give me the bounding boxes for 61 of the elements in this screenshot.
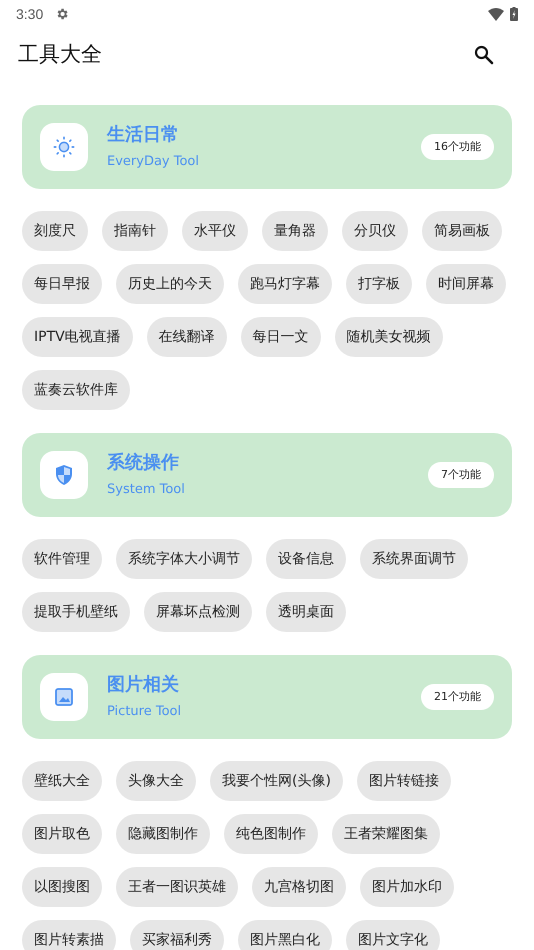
gear-icon (55, 7, 70, 21)
category-title: 图片相关 (107, 673, 180, 697)
tool-chip[interactable]: 纯色图制作 (224, 814, 318, 854)
category-card[interactable]: 生活日常 EveryDay Tool 16个功能 (22, 105, 512, 189)
shield-icon (54, 464, 74, 486)
tool-chip[interactable]: 刻度尺 (22, 211, 88, 251)
tool-chip[interactable]: 九宫格切图 (252, 867, 346, 907)
tool-chip[interactable]: 屏幕坏点检测 (144, 592, 252, 632)
tool-chip[interactable]: 打字板 (346, 264, 412, 304)
page-title: 工具大全 (18, 41, 103, 68)
tool-chip[interactable]: 王者荣耀图集 (332, 814, 440, 854)
category-title: 生活日常 (107, 123, 180, 147)
tool-chip[interactable]: IPTV电视直播 (22, 317, 133, 357)
tool-chip[interactable]: 软件管理 (22, 539, 102, 579)
image-icon (55, 688, 73, 706)
status-time: 3:30 (16, 4, 44, 24)
tool-chip[interactable]: 图片黑白化 (238, 920, 332, 950)
category-subtitle: Picture Tool (107, 703, 182, 721)
tool-chip[interactable]: 隐藏图制作 (116, 814, 210, 854)
tool-chip[interactable]: 系统界面调节 (360, 539, 468, 579)
tool-chip[interactable]: 以图搜图 (22, 867, 102, 907)
tool-chip[interactable]: 提取手机壁纸 (22, 592, 130, 632)
tool-chip[interactable]: 指南针 (102, 211, 168, 251)
tool-chip[interactable]: 透明桌面 (266, 592, 346, 632)
tool-chip[interactable]: 在线翻译 (146, 317, 227, 357)
sun-icon (53, 136, 75, 158)
wifi-icon (488, 8, 504, 20)
tool-chip[interactable]: 头像大全 (116, 761, 196, 801)
tool-chip[interactable]: 我要个性网(头像) (210, 761, 343, 801)
tool-chip[interactable]: 水平仪 (182, 211, 248, 251)
tool-chip[interactable]: 简易画板 (422, 211, 502, 251)
tool-chip[interactable]: 历史上的今天 (116, 264, 224, 304)
tool-chip[interactable]: 蓝奏云软件库 (22, 370, 130, 410)
tool-chip[interactable]: 图片文字化 (346, 920, 440, 950)
tool-chip[interactable]: 图片转素描 (22, 920, 116, 950)
tool-chip[interactable]: 每日早报 (22, 264, 102, 304)
category-title: 系统操作 (107, 451, 180, 475)
count-badge: 7个功能 (428, 462, 494, 488)
tool-chip[interactable]: 壁纸大全 (22, 761, 102, 801)
search-button[interactable] (472, 43, 496, 67)
tool-chip[interactable]: 设备信息 (266, 539, 346, 579)
category-card[interactable]: 系统操作 System Tool 7个功能 (22, 433, 512, 517)
tool-chip[interactable]: 图片取色 (22, 814, 102, 854)
tool-chip[interactable]: 图片转链接 (356, 761, 451, 801)
tool-chip[interactable]: 图片加水印 (360, 867, 454, 907)
tool-chip[interactable]: 时间屏幕 (426, 264, 506, 304)
battery-icon (510, 7, 518, 21)
tool-chip[interactable]: 王者一图识英雄 (116, 867, 238, 907)
category-subtitle: System Tool (107, 481, 186, 499)
category-card[interactable]: 图片相关 Picture Tool 21个功能 (22, 655, 512, 739)
count-badge: 16个功能 (421, 134, 494, 160)
tool-chip[interactable]: 量角器 (262, 211, 328, 251)
count-badge: 21个功能 (421, 684, 494, 710)
search-icon (474, 45, 494, 65)
tool-chip[interactable]: 随机美女视频 (334, 317, 443, 357)
tool-chip[interactable]: 买家福利秀 (130, 920, 224, 950)
tool-chip[interactable]: 系统字体大小调节 (116, 539, 252, 579)
tool-chip[interactable]: 每日一文 (240, 317, 321, 357)
category-subtitle: EveryDay Tool (107, 153, 200, 171)
tool-chip[interactable]: 跑马灯字幕 (238, 264, 332, 304)
tool-chip[interactable]: 分贝仪 (342, 211, 408, 251)
